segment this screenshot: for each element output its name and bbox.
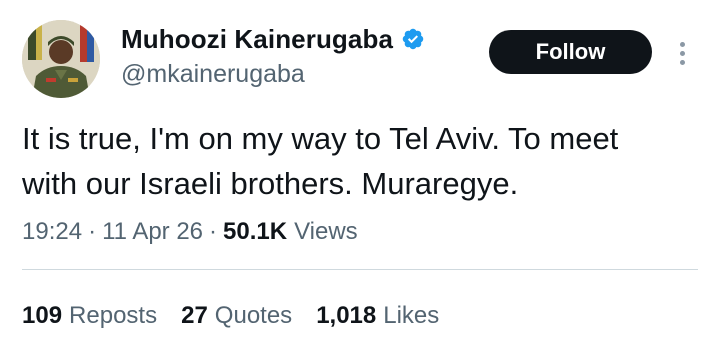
author-display-name[interactable]: Muhoozi Kainerugaba xyxy=(121,22,393,56)
avatar-image xyxy=(22,20,100,98)
quotes-label: Quotes xyxy=(214,302,293,329)
engagement-stats: 109 Reposts 27 Quotes 1,018 Likes xyxy=(22,299,463,333)
more-options-icon[interactable] xyxy=(670,36,694,70)
more-dot xyxy=(679,59,685,65)
follow-button[interactable]: Follow xyxy=(489,30,652,74)
verified-badge-icon xyxy=(402,28,424,50)
reposts-label: Reposts xyxy=(69,302,158,329)
quotes-stat[interactable]: 27 Quotes xyxy=(181,299,292,333)
meta-separator: · xyxy=(209,218,218,245)
author-name-row: Muhoozi Kainerugaba xyxy=(121,22,425,56)
author-handle[interactable]: @mkainerugaba xyxy=(121,58,305,90)
views-count: 50.1K xyxy=(223,218,288,245)
tweet-text: It is true, I'm on my way to Tel Aviv. T… xyxy=(22,121,619,201)
tweet-card: Muhoozi Kainerugaba @mkainerugaba Follow… xyxy=(0,0,720,353)
divider xyxy=(22,269,698,270)
quotes-count: 27 xyxy=(181,302,208,329)
more-dot xyxy=(679,50,685,56)
author-avatar[interactable] xyxy=(22,20,100,98)
tweet-date[interactable]: 11 Apr 26 xyxy=(102,216,203,248)
meta-separator: · xyxy=(88,218,97,245)
tweet-meta: 19:24 · 11 Apr 26 · 50.1K Views xyxy=(22,216,358,248)
tweet-time[interactable]: 19:24 xyxy=(22,216,82,248)
likes-count: 1,018 xyxy=(316,302,377,329)
likes-stat[interactable]: 1,018 Likes xyxy=(316,299,439,333)
reposts-count: 109 xyxy=(22,302,63,329)
likes-label: Likes xyxy=(383,302,440,329)
more-dot xyxy=(679,41,685,47)
reposts-stat[interactable]: 109 Reposts xyxy=(22,299,157,333)
views-label: Views xyxy=(294,218,358,245)
